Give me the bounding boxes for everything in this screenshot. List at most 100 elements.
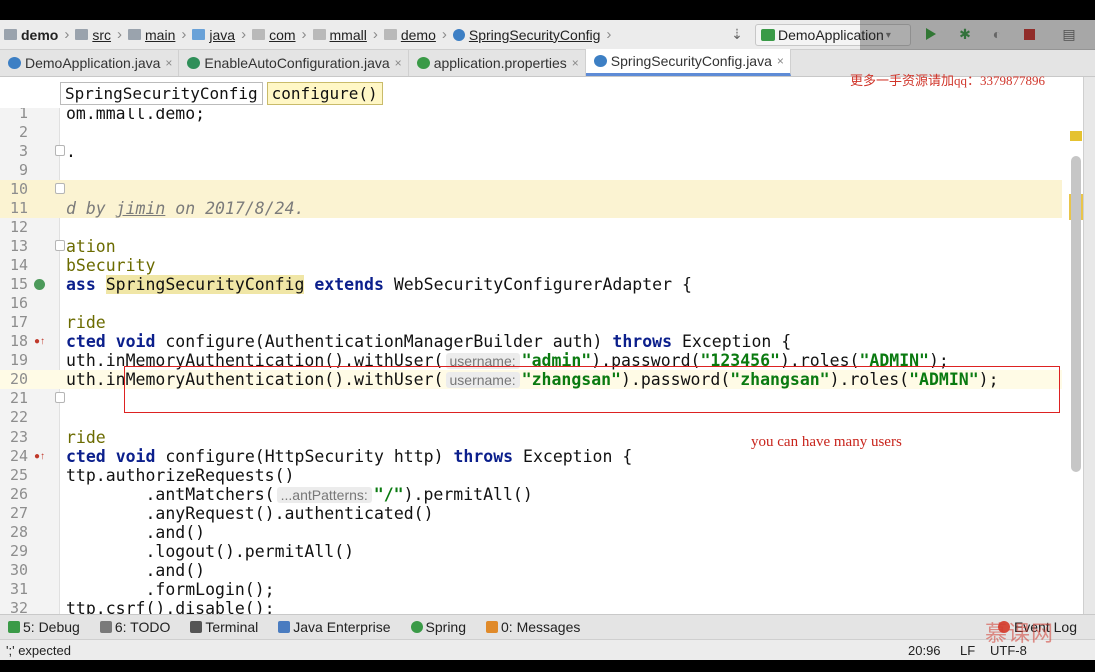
code-line: 24 ●↑ cted void configure(HttpSecurity h… — [9, 447, 633, 466]
vertical-scrollbar[interactable] — [1071, 156, 1081, 472]
package-icon — [252, 29, 266, 40]
code-line: 32 ttp.csrf().disable(); — [9, 599, 275, 614]
tab-demo-application[interactable]: DemoApplication.java × — [0, 49, 180, 76]
code-line: 27 .anyRequest().authenticated() — [9, 504, 434, 523]
fold-expand-icon[interactable] — [55, 145, 65, 156]
method-path-method[interactable]: configure() — [266, 81, 383, 105]
code-line: 2 — [18, 123, 28, 141]
code-editor[interactable]: 1 om.mmall.demo; 2 3 . 9 10 11 d by jimi… — [0, 108, 1095, 614]
code-line: 28 .and() — [9, 523, 206, 542]
breadcrumb-item-demo[interactable]: demo — [0, 20, 62, 50]
line-separator[interactable]: LF — [960, 643, 975, 658]
ide-window: demo › src › main › java › com › mmall › — [0, 20, 1095, 660]
tab-spring-security-config[interactable]: SpringSecurityConfig.java × — [585, 49, 791, 76]
breadcrumb-item-java[interactable]: java — [188, 20, 239, 50]
java-class-icon — [593, 55, 607, 67]
code-line: 13 ation — [9, 237, 116, 256]
method-path-bar: SpringSecurityConfig configure() — [60, 80, 383, 106]
package-icon — [383, 29, 397, 40]
code-line: 25 ttp.authorizeRequests() — [9, 466, 295, 485]
code-line: 31 .formLogin(); — [9, 580, 275, 599]
package-icon — [312, 29, 326, 40]
method-path-class[interactable]: SpringSecurityConfig — [60, 81, 263, 105]
terminal-icon — [190, 621, 203, 633]
status-message: ';' expected — [6, 643, 71, 658]
chevron-right-icon: › — [64, 26, 70, 43]
class-icon — [452, 28, 465, 41]
tool-java-enterprise[interactable]: Java Enterprise — [278, 619, 391, 635]
breadcrumb-item-class[interactable]: SpringSecurityConfig — [449, 20, 605, 50]
breadcrumb-item-com[interactable]: com — [248, 20, 299, 50]
project-folder-icon — [4, 29, 17, 40]
fold-icon[interactable] — [55, 392, 65, 403]
spring-boot-icon — [761, 29, 775, 41]
code-line: 16 — [9, 294, 28, 312]
tab-enable-auto-configuration[interactable]: EnableAutoConfiguration.java × — [179, 49, 409, 76]
code-line: 14 bSecurity — [9, 256, 156, 275]
override-icon[interactable]: ●↑ — [34, 451, 45, 462]
warning-marker[interactable] — [1070, 131, 1082, 141]
close-icon[interactable]: × — [777, 54, 784, 68]
java-class-icon — [8, 56, 21, 69]
fold-icon[interactable] — [55, 240, 65, 251]
source-folder-icon — [192, 29, 206, 40]
chevron-right-icon: › — [301, 26, 307, 43]
code-line: 30 .and() — [9, 561, 206, 580]
tool-terminal[interactable]: Terminal — [190, 619, 258, 635]
code-line: 18 ●↑ cted void configure(Authentication… — [9, 332, 792, 351]
java-enterprise-icon — [278, 621, 291, 633]
spring-icon — [410, 621, 423, 633]
close-icon[interactable]: × — [395, 56, 402, 70]
close-icon[interactable]: × — [572, 56, 579, 70]
code-line: 11 d by jimin on 2017/8/24. — [0, 199, 1062, 219]
tool-window-bar: 5: Debug 6: TODO Terminal Java Enterpris… — [0, 614, 1095, 639]
watermark-text: 更多一手资源请加qq：3379877896 — [850, 73, 1046, 88]
parameter-hint: ...antPatterns: — [276, 487, 372, 503]
close-icon[interactable]: × — [165, 56, 172, 70]
code-line: 3 . — [18, 142, 76, 161]
chevron-right-icon: › — [441, 26, 447, 43]
properties-file-icon — [416, 56, 430, 69]
override-icon[interactable]: ●↑ — [34, 336, 45, 347]
tool-spring[interactable]: Spring — [410, 619, 466, 635]
todo-icon — [99, 621, 112, 633]
chevron-right-icon: › — [372, 26, 378, 43]
chevron-right-icon: › — [181, 26, 187, 43]
folder-icon — [75, 29, 89, 40]
status-bar: ';' expected 20:96 LF UTF-8 — [0, 639, 1095, 660]
chevron-right-icon: › — [117, 26, 123, 43]
breadcrumb-item-main[interactable]: main — [124, 20, 179, 50]
code-line: 10 — [0, 180, 1062, 200]
folder-icon — [128, 29, 142, 40]
chevron-right-icon: › — [606, 26, 612, 43]
code-line: 1 om.mmall.demo; — [18, 108, 206, 123]
chevron-right-icon: › — [241, 26, 247, 43]
code-line: 23 ride — [9, 428, 106, 447]
code-line: 12 — [9, 218, 28, 236]
breadcrumb-item-mmall[interactable]: mmall — [309, 20, 371, 50]
tool-messages[interactable]: 0: Messages — [486, 619, 580, 635]
caret-position[interactable]: 20:96 — [908, 643, 941, 658]
messages-icon — [486, 621, 498, 633]
highlight-box — [124, 366, 1060, 413]
code-line: 15 ass SpringSecurityConfig extends WebS… — [9, 275, 692, 294]
code-line: 26 .antMatchers(...antPatterns: "/").perm… — [9, 485, 533, 504]
annotation-note: you can have many users — [751, 434, 902, 450]
tool-todo[interactable]: 6: TODO — [99, 619, 170, 635]
debug-icon — [8, 621, 20, 633]
right-tool-strip — [1083, 77, 1095, 614]
code-line: 29 .logout().permitAll() — [9, 542, 355, 561]
build-icon[interactable]: ⇣ — [728, 25, 746, 43]
tab-application-properties[interactable]: application.properties × — [409, 49, 586, 76]
breadcrumb-item-src[interactable]: src — [71, 20, 115, 50]
tool-debug[interactable]: 5: Debug — [8, 619, 80, 635]
spring-bean-icon[interactable] — [34, 279, 45, 290]
breadcrumb-item-demo-package[interactable]: demo — [380, 20, 440, 50]
annotation-class-icon — [187, 56, 201, 69]
code-line: 9 — [18, 161, 28, 179]
fold-icon[interactable] — [55, 183, 65, 194]
video-overlay — [860, 20, 1095, 50]
site-logo: 慕课网 — [985, 622, 1055, 647]
navigation-bar: demo › src › main › java › com › mmall › — [0, 20, 1095, 50]
code-line: 17 ride — [9, 313, 106, 332]
